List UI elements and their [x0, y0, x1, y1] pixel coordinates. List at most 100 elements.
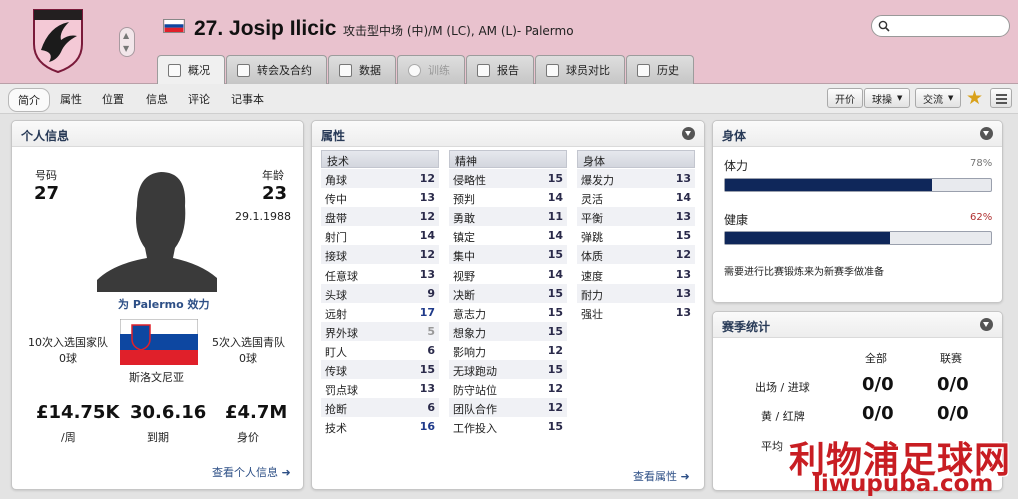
fitness-label: 体力: [724, 159, 749, 173]
attribute-row: 镇定 14: [449, 226, 567, 245]
attribute-value: 12: [675, 248, 691, 262]
attribute-value: 15: [547, 286, 563, 300]
club-crest-icon: [33, 9, 83, 74]
chevron-down-icon[interactable]: [682, 127, 695, 140]
attribute-row: 无球跑动 15: [449, 360, 567, 379]
attribute-value: 15: [675, 229, 691, 243]
plays-for-link[interactable]: 为 Palermo 效力: [118, 296, 210, 312]
slovenia-flag-icon: [163, 19, 185, 33]
col-league: 联赛: [940, 352, 962, 365]
attribute-name: 想象力: [453, 326, 486, 340]
attribute-name: 集中: [453, 250, 475, 264]
subnav-comments[interactable]: 评论: [188, 91, 210, 107]
attribute-row: 传中 13: [321, 188, 439, 207]
shortlist-star-icon[interactable]: ★: [966, 87, 983, 109]
attribute-name: 接球: [325, 250, 347, 264]
tactics-button[interactable]: 球操 ▼: [864, 88, 911, 108]
compare-icon: [546, 63, 559, 77]
attribute-name: 侵略性: [453, 174, 486, 187]
training-icon: [408, 63, 421, 77]
attribute-value: 12: [547, 401, 563, 415]
attribute-value: 14: [419, 229, 435, 243]
prev-arrow-icon[interactable]: ▲: [123, 32, 129, 40]
youth-goals: 0球: [239, 352, 257, 365]
view-attributes-link[interactable]: 查看属性 ➜: [633, 468, 690, 484]
panel-title: 个人信息: [21, 129, 70, 143]
chevron-down-icon[interactable]: [980, 127, 993, 140]
attribute-row: 意志力 15: [449, 303, 567, 322]
attribute-name: 界外球: [325, 326, 358, 340]
attribute-name: 盘带: [325, 212, 347, 226]
cards-league: 0/0: [937, 403, 969, 424]
subnav-attributes[interactable]: 属性: [60, 91, 82, 107]
tab-contract[interactable]: 转会及合约: [226, 55, 327, 84]
tab-training[interactable]: 训练: [397, 55, 465, 84]
player-role: 攻击型中场 (中)/M (LC), AM (L)- Palermo: [343, 24, 574, 38]
offer-button[interactable]: 开价: [827, 88, 863, 108]
nationality: 斯洛文尼亚: [129, 371, 184, 384]
attribute-name: 罚点球: [325, 384, 358, 398]
overview-icon: [168, 63, 181, 77]
attribute-name: 传球: [325, 365, 347, 378]
attribute-value: 13: [675, 286, 691, 300]
attribute-row: 预判 14: [449, 188, 567, 207]
attribute-value: 17: [419, 305, 435, 319]
wage-value: £14.75K: [36, 402, 120, 423]
age-label: 年龄: [262, 169, 284, 182]
player-value: £4.7M: [225, 402, 288, 423]
tab-history[interactable]: 历史: [626, 55, 694, 84]
attribute-name: 镇定: [453, 231, 475, 245]
attribute-row: 抢断 6: [321, 398, 439, 418]
tab-compare[interactable]: 球员对比: [535, 55, 625, 84]
player-nav-arrows[interactable]: ▲ ▼: [119, 27, 135, 57]
attribute-value: 15: [547, 324, 563, 338]
tab-report[interactable]: 报告: [466, 55, 534, 84]
age-value: 23: [262, 183, 288, 204]
attribute-name: 体质: [581, 250, 603, 264]
attribute-value: 14: [675, 191, 691, 205]
sub-navigation: 简介 属性 位置 信息 评论 记事本 开价 球操 ▼ 交流 ▼ ★: [0, 84, 1018, 114]
attribute-value: 15: [547, 248, 563, 262]
attribute-row: 防守站位 12: [449, 379, 567, 398]
fitness-bar-fill: [725, 179, 933, 191]
report-icon: [477, 63, 490, 77]
attribute-row: 耐力 13: [577, 283, 695, 303]
attribute-row: 平衡 13: [577, 207, 695, 227]
attribute-value: 15: [547, 363, 563, 376]
attribute-value: 13: [419, 267, 435, 281]
attribute-name: 团队合作: [453, 403, 497, 417]
attribute-value: 15: [419, 363, 435, 376]
subnav-positions[interactable]: 位置: [102, 91, 124, 107]
youth-caps-label: 5次入选国青队: [212, 336, 285, 349]
attribute-row: 速度 13: [577, 265, 695, 284]
average-label: 平均: [761, 440, 783, 453]
chevron-down-icon[interactable]: [980, 318, 993, 331]
interact-button[interactable]: 交流 ▼: [915, 88, 962, 108]
attribute-row: 想象力 15: [449, 321, 567, 341]
health-label: 健康: [724, 213, 749, 227]
health-percent: 62%: [970, 212, 993, 223]
attribute-value: 13: [419, 382, 435, 396]
search-input[interactable]: [871, 15, 1010, 37]
tab-stats[interactable]: 数据: [328, 55, 396, 84]
attribute-value: 16: [419, 420, 435, 434]
attribute-name: 工作投入: [453, 422, 497, 436]
attribute-value: 14: [547, 191, 563, 205]
attribute-name: 传中: [325, 193, 347, 207]
attribute-row: 任意球 13: [321, 265, 439, 284]
more-menu-button[interactable]: [990, 88, 1012, 108]
health-bar: [724, 231, 992, 245]
subnav-notebook[interactable]: 记事本: [231, 91, 264, 107]
attribute-row: 角球 12: [321, 169, 439, 188]
attribute-row: 接球 12: [321, 245, 439, 265]
attribute-name: 视野: [453, 269, 475, 283]
view-personal-info-link[interactable]: 查看个人信息 ➜: [212, 464, 291, 480]
tab-overview[interactable]: 概况: [157, 55, 225, 84]
next-arrow-icon[interactable]: ▼: [123, 45, 129, 53]
attribute-name: 弹跳: [581, 231, 603, 245]
attribute-value: 12: [419, 248, 435, 262]
subnav-summary[interactable]: 简介: [8, 88, 50, 112]
subnav-info[interactable]: 信息: [146, 91, 168, 107]
attribute-name: 防守站位: [453, 384, 497, 398]
watermark-url: liwupuba.com: [813, 471, 994, 497]
